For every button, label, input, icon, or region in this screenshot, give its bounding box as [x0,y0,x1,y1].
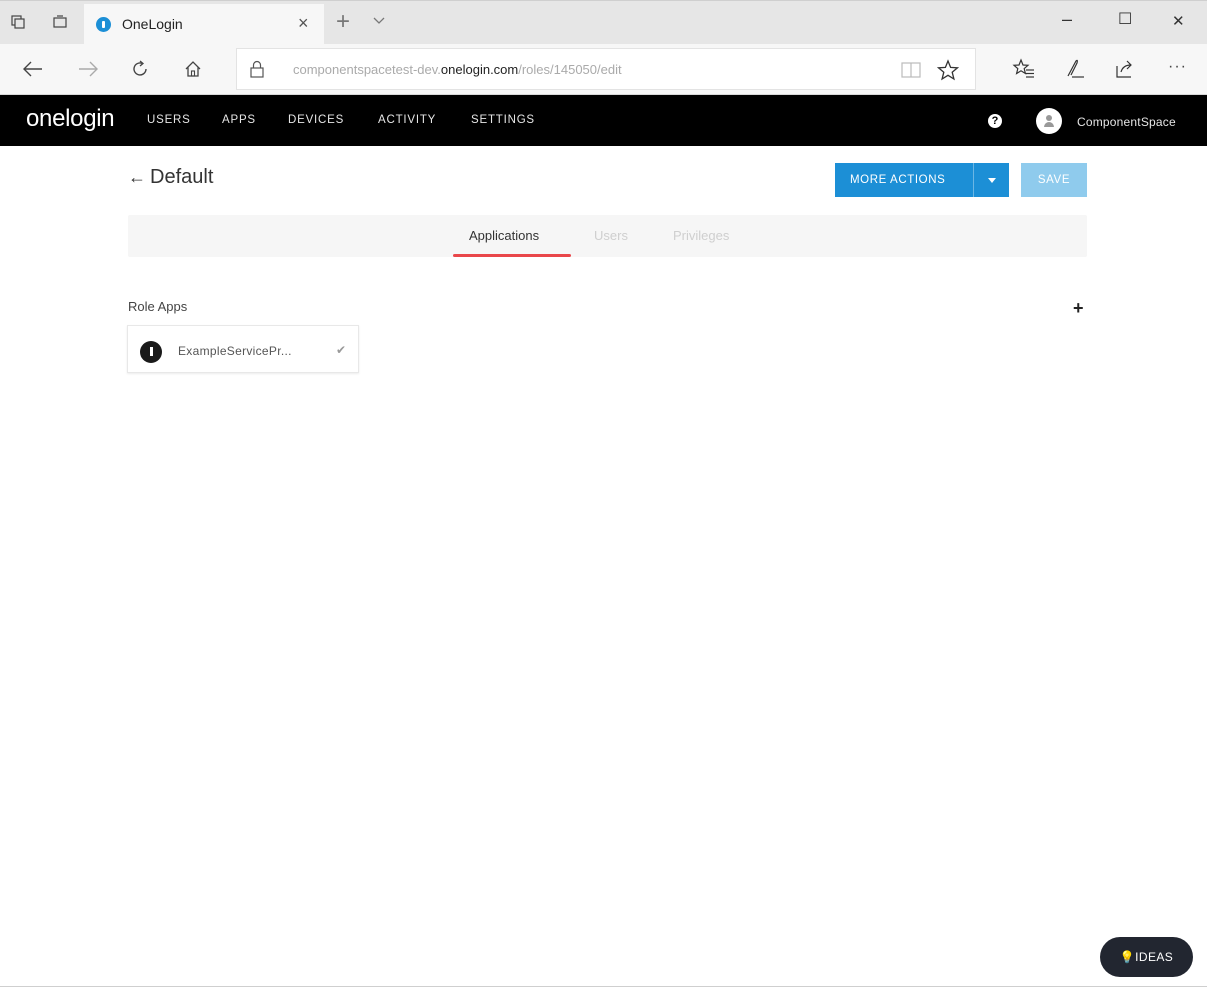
page-title: ← Default [128,166,213,189]
window-close-icon[interactable]: ✕ [1172,12,1185,30]
browser-tab[interactable]: OneLogin × [84,4,324,45]
set-aside-tabs-icon[interactable] [52,14,68,30]
save-button[interactable]: SAVE [1021,163,1087,197]
onelogin-navbar: onelogin USERS APPS DEVICES ACTIVITY SET… [0,95,1207,146]
minimize-icon[interactable]: – [1062,9,1072,30]
app-name: ExampleServicePr... [178,344,292,358]
more-actions-button[interactable]: MORE ACTIONS [835,163,1009,197]
nav-settings[interactable]: SETTINGS [471,114,535,126]
tab-privileges[interactable]: Privileges [673,228,729,243]
more-options-icon[interactable]: ··· [1168,58,1187,76]
browser-tab-strip: OneLogin × + – ☐ ✕ [0,0,1207,45]
url-text: componentspacetest-dev.onelogin.com/role… [293,62,622,77]
home-icon[interactable] [180,56,206,82]
onelogin-logo[interactable]: onelogin [26,105,115,133]
favorite-star-icon[interactable] [937,59,959,81]
list-item[interactable]: ExampleServicePr... ✔ [127,325,359,373]
reading-view-icon[interactable] [901,61,921,79]
favorites-hub-icon[interactable] [1012,58,1036,80]
role-tabs: Applications Users Privileges [128,215,1087,257]
refresh-icon[interactable] [127,56,153,82]
active-tab-indicator [453,254,571,257]
lock-icon [250,60,264,78]
more-actions-label: MORE ACTIONS [850,174,946,186]
back-arrow-icon[interactable] [20,56,46,82]
new-tab-icon[interactable]: + [336,8,350,36]
section-title-role-apps: Role Apps [128,299,188,314]
onelogin-favicon-icon [96,17,111,32]
tab-users[interactable]: Users [594,228,628,243]
share-icon[interactable] [1114,58,1136,80]
check-icon: ✔ [336,343,347,357]
nav-activity[interactable]: ACTIVITY [378,114,436,126]
role-name: Default [150,166,214,188]
back-arrow-icon[interactable]: ← [128,167,146,187]
tab-close-icon[interactable]: × [298,13,309,34]
web-note-pen-icon[interactable] [1064,58,1086,80]
tab-title: OneLogin [122,16,183,32]
chevron-down-icon[interactable] [372,13,386,27]
nav-devices[interactable]: DEVICES [288,114,344,126]
tab-applications[interactable]: Applications [469,228,539,243]
ideas-label: IDEAS [1135,950,1174,964]
user-menu-name[interactable]: ComponentSpace [1077,115,1176,129]
forward-arrow-icon[interactable] [75,56,101,82]
lightbulb-icon: 💡 [1119,950,1136,964]
add-app-icon[interactable]: + [1073,298,1084,319]
browser-toolbar: componentspacetest-dev.onelogin.com/role… [0,44,1207,95]
nav-apps[interactable]: APPS [222,114,256,126]
caret-down-icon[interactable] [973,163,1009,197]
help-icon[interactable]: ? [988,114,1002,128]
maximize-icon[interactable]: ☐ [1118,9,1132,29]
tab-list-icon[interactable] [10,14,26,30]
onelogin-app-icon [140,341,162,363]
address-bar[interactable]: componentspacetest-dev.onelogin.com/role… [236,48,976,90]
ideas-button[interactable]: 💡IDEAS [1100,937,1193,977]
user-avatar-icon[interactable] [1036,108,1062,134]
nav-users[interactable]: USERS [147,114,191,126]
